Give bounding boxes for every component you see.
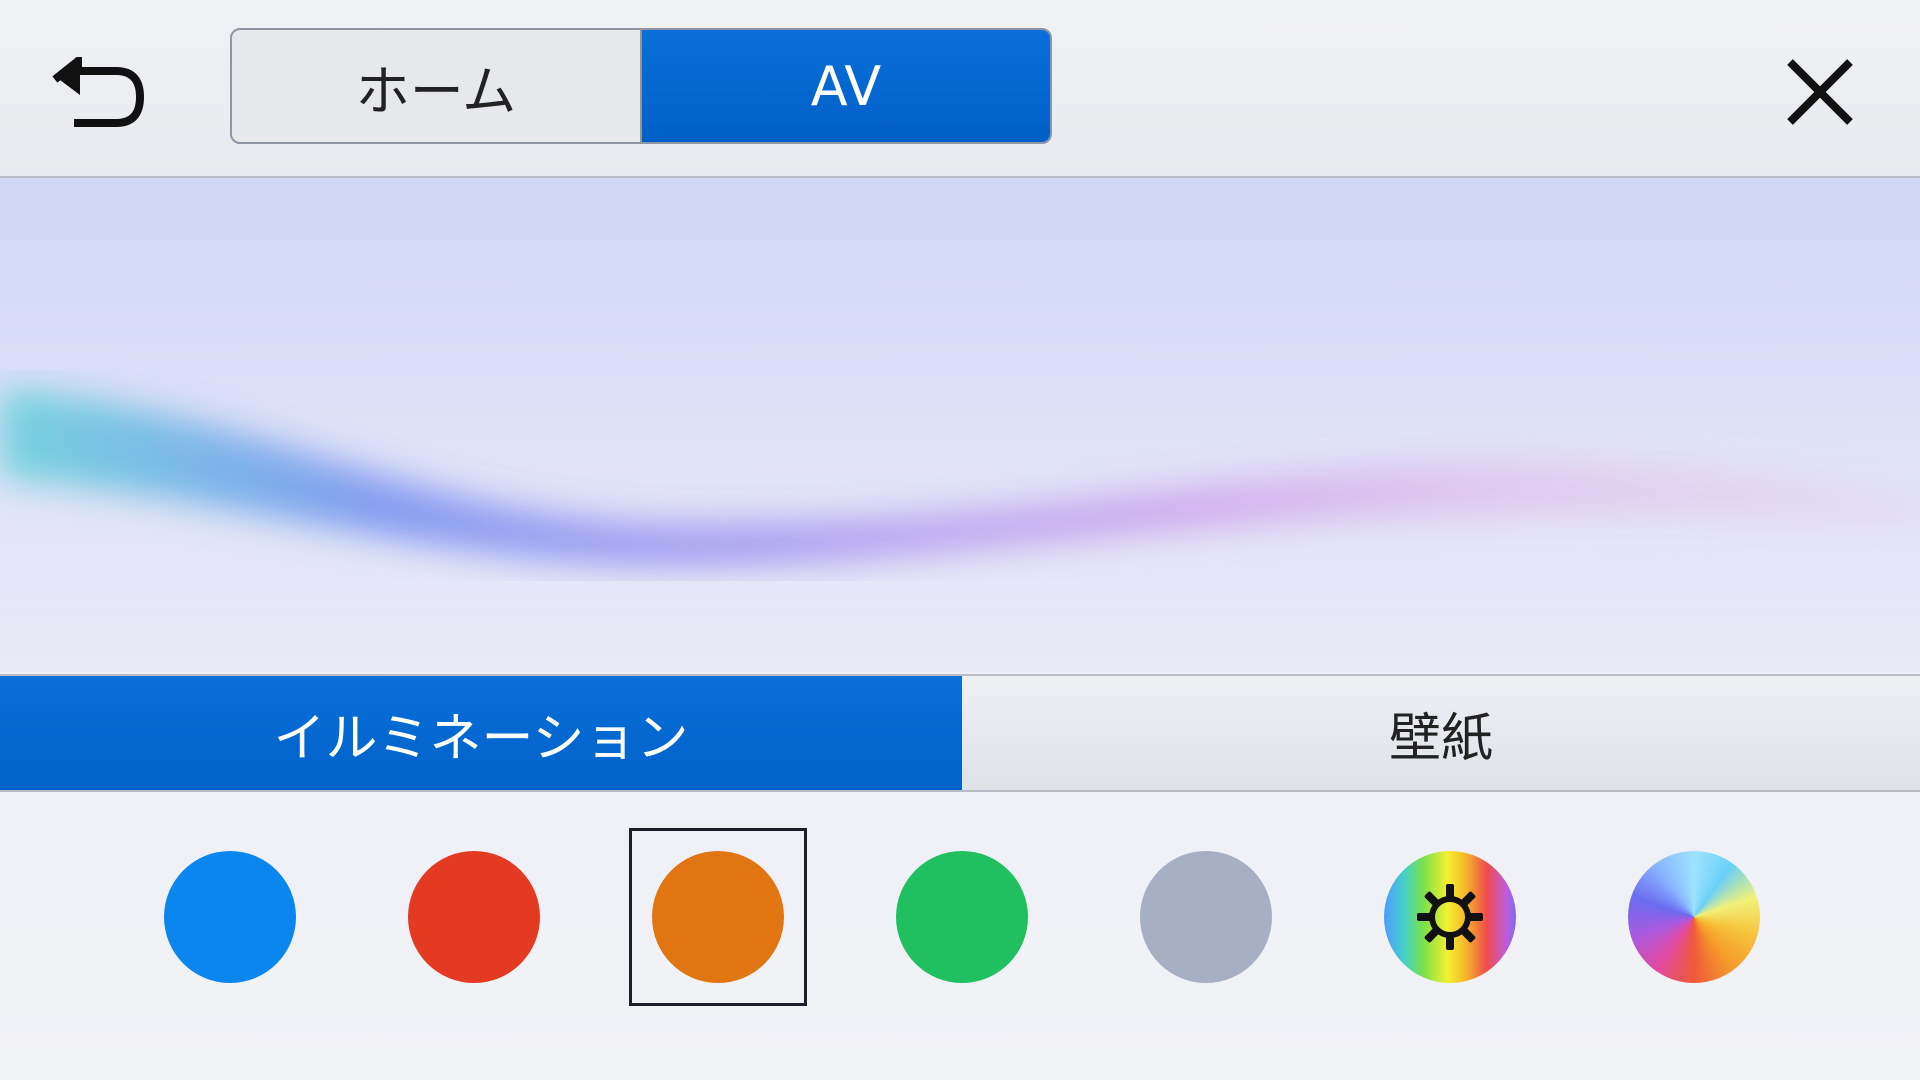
red-circle — [408, 851, 540, 983]
tab-illumination[interactable]: イルミネーション — [0, 676, 962, 790]
wallpaper-wave-graphic — [0, 388, 1920, 564]
close-icon — [1787, 59, 1853, 125]
color-swatch-blue[interactable] — [141, 828, 319, 1006]
tab-wallpaper[interactable]: 壁紙 — [962, 676, 1920, 790]
color-wheel-icon — [1628, 851, 1760, 983]
color-swatch-wheel[interactable] — [1605, 828, 1783, 1006]
gray-circle — [1140, 851, 1272, 983]
color-swatch-orange[interactable] — [629, 828, 807, 1006]
source-segmented-control: ホーム AV — [230, 28, 1052, 144]
settings-tab-bar: イルミネーション 壁紙 — [0, 674, 1920, 792]
back-button[interactable] — [40, 44, 160, 140]
segment-home[interactable]: ホーム — [232, 30, 640, 142]
color-swatch-red[interactable] — [385, 828, 563, 1006]
gear-icon — [1417, 884, 1483, 950]
green-circle — [896, 851, 1028, 983]
header-bar: ホーム AV — [0, 0, 1920, 178]
close-button[interactable] — [1760, 44, 1880, 140]
color-picker-row — [0, 792, 1920, 1080]
segment-av[interactable]: AV — [640, 30, 1050, 142]
orange-circle — [652, 851, 784, 983]
color-swatch-custom[interactable] — [1361, 828, 1539, 1006]
color-swatch-green[interactable] — [873, 828, 1051, 1006]
rainbow-circle — [1384, 851, 1516, 983]
wallpaper-preview — [0, 178, 1920, 672]
blue-circle — [164, 851, 296, 983]
color-swatch-gray[interactable] — [1117, 828, 1295, 1006]
back-arrow-icon — [52, 57, 145, 127]
